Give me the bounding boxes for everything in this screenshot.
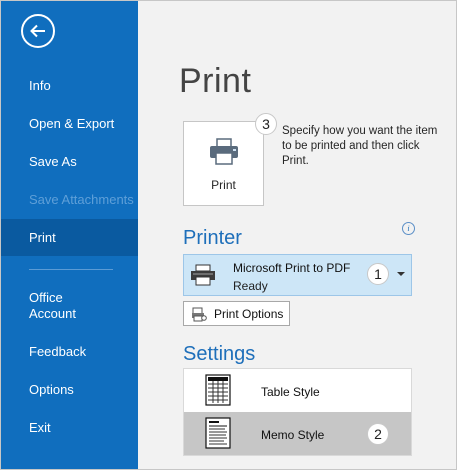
print-options-label: Print Options xyxy=(214,307,284,321)
style-item-table[interactable]: Table Style xyxy=(184,369,411,412)
pdf-printer-icon xyxy=(191,264,215,286)
callout-1: 1 xyxy=(367,263,389,285)
nav-exit[interactable]: Exit xyxy=(1,420,138,436)
style-item-table-label: Table Style xyxy=(261,385,320,399)
print-pane: Print Print 3 Specify how you want the i… xyxy=(138,1,456,469)
settings-section-title: Settings xyxy=(183,343,256,365)
printer-status: Ready xyxy=(233,279,268,293)
nav-feedback[interactable]: Feedback xyxy=(1,344,138,360)
arrow-left-icon xyxy=(30,24,45,38)
memo-style-icon xyxy=(205,417,231,449)
nav-save-attachments: Save Attachments xyxy=(29,192,134,207)
chevron-down-icon xyxy=(397,272,405,276)
printer-section-title: Printer xyxy=(183,227,242,249)
style-item-memo-label: Memo Style xyxy=(261,428,325,442)
print-button-label: Print xyxy=(211,178,236,192)
nav-print[interactable]: Print xyxy=(1,219,138,256)
back-button[interactable] xyxy=(21,14,55,48)
print-hint-text: Specify how you want the item to be prin… xyxy=(282,125,438,167)
nav-open-export[interactable]: Open & Export xyxy=(1,116,138,132)
backstage-sidebar: Info Open & Export Save As Save Attachme… xyxy=(1,1,138,469)
print-button[interactable]: Print xyxy=(183,121,264,206)
printer-icon xyxy=(210,138,238,165)
sidebar-divider xyxy=(29,269,113,270)
printer-name: Microsoft Print to PDF xyxy=(233,261,351,275)
nav-office-account[interactable]: Office Account xyxy=(1,290,138,322)
print-options-icon xyxy=(192,307,207,322)
callout-3: 3 xyxy=(255,113,277,135)
nav-info[interactable]: Info xyxy=(1,78,138,94)
callout-2: 2 xyxy=(367,423,389,445)
table-style-icon xyxy=(205,374,231,406)
info-icon[interactable]: i xyxy=(402,222,415,235)
backstage-window: Info Open & Export Save As Save Attachme… xyxy=(0,0,457,470)
page-title: Print xyxy=(179,62,252,100)
nav-save-as[interactable]: Save As xyxy=(1,154,138,170)
nav-options[interactable]: Options xyxy=(1,382,138,398)
print-options-button[interactable]: Print Options xyxy=(183,301,290,326)
